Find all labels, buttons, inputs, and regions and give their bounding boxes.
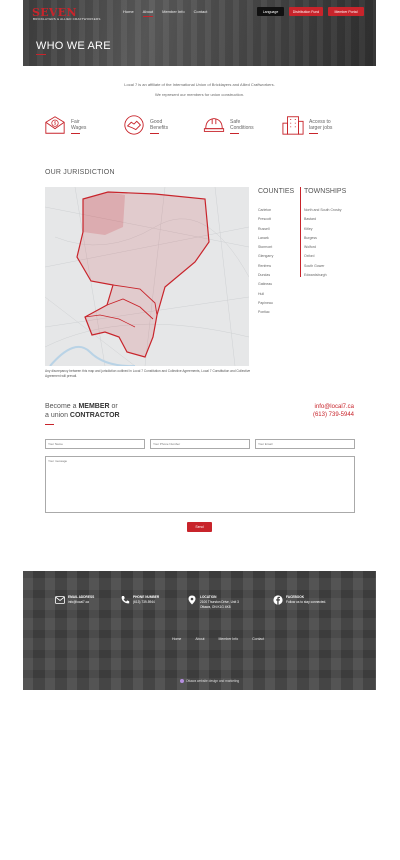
distribution-fund-button[interactable]: Distribution Fund	[289, 7, 323, 16]
main-nav: Home About Member Info Contact	[123, 9, 208, 17]
member-heading-bold2: CONTRACTOR	[69, 411, 120, 419]
list-item: Stormont	[258, 245, 273, 250]
contact-phone-link[interactable]: (613) 739-5944	[313, 411, 354, 419]
email-field[interactable]	[255, 439, 355, 449]
jurisdiction-title: OUR JURISDICTION	[45, 169, 115, 176]
nav-member-info[interactable]: Member Info	[162, 9, 184, 14]
handshake-icon	[124, 115, 144, 135]
list-item: Gatineau	[258, 282, 273, 287]
footer-nav-home[interactable]: Home	[172, 637, 181, 641]
svg-text:$: $	[54, 121, 57, 126]
logo-subtitle: BRICKLAYERS & ALLIED CRAFTWORKERS	[33, 17, 101, 21]
footer-facebook[interactable]: FACEBOOK Follow us to stay connected.	[273, 595, 326, 605]
feature-underline	[71, 133, 80, 134]
feature-underline	[230, 133, 239, 134]
nav-contact[interactable]: Contact	[194, 9, 208, 14]
feature-fair-wages: $ Fair Wages	[44, 114, 86, 136]
member-heading: Become a MEMBER or a union CONTRACTOR	[45, 403, 120, 420]
list-item: Kitley	[304, 226, 313, 231]
list-item: South Gower	[304, 263, 325, 268]
footer-facebook-value: Follow us to stay connected.	[286, 600, 327, 604]
member-portal-button[interactable]: Member Portal	[328, 7, 364, 16]
column-divider	[300, 187, 301, 277]
feature-label-line2: larger jobs	[309, 125, 333, 131]
send-button[interactable]: Send	[187, 522, 212, 532]
counties-title: COUNTIES	[258, 188, 295, 195]
footer-nav-member-info[interactable]: Member Info	[219, 637, 239, 641]
list-item: Papineau	[258, 300, 273, 305]
language-button[interactable]: Language	[257, 7, 284, 16]
list-item: Carleton	[258, 208, 272, 212]
hero-banner: SEVEN BRICKLAYERS & ALLIED CRAFTWORKERS …	[23, 0, 376, 66]
agency-logo-icon	[180, 679, 184, 683]
member-heading-pre2: a union	[45, 411, 70, 419]
footer-nav-contact[interactable]: Contact	[252, 637, 264, 641]
footer-nav: Home About Member Info Contact	[172, 637, 264, 641]
feature-label-line2: Conditions	[230, 125, 254, 131]
list-item: Lanark	[258, 235, 269, 240]
feature-safe-conditions: Safe Conditions	[203, 114, 254, 136]
nav-about[interactable]: About	[142, 9, 154, 17]
list-item: Edwardsburgh	[304, 273, 327, 278]
counties-list: Carleton Prescott Russell Lanark Stormon…	[258, 206, 273, 318]
facebook-icon	[273, 595, 283, 605]
feature-label-line2: Benefits	[150, 125, 169, 131]
hard-hat-icon	[203, 118, 225, 132]
footer-nav-about[interactable]: About	[195, 637, 204, 641]
footer-email[interactable]: EMAIL ADDRESS info@local7.ca	[55, 595, 94, 605]
name-field[interactable]	[45, 439, 145, 449]
footer-credit-text: Ottawa website design and marketing	[186, 679, 240, 683]
message-field[interactable]	[45, 456, 355, 513]
townships-list: North and South Crosby Bastard Kitley Bu…	[304, 206, 342, 280]
title-underline	[36, 54, 46, 55]
list-item: Prescott	[258, 217, 271, 222]
list-item: Dundas	[258, 273, 271, 278]
feature-good-benefits: Good Benefits	[123, 114, 168, 136]
footer-credit[interactable]: Ottawa website design and marketing	[180, 679, 239, 683]
member-heading-mid: or	[109, 403, 118, 410]
location-pin-icon	[188, 595, 196, 605]
member-heading-bold1: MEMBER	[78, 403, 110, 410]
feature-access-larger-jobs: Access to larger jobs	[282, 114, 332, 136]
page: SEVEN BRICKLAYERS & ALLIED CRAFTWORKERS …	[23, 0, 376, 690]
list-item: Russell	[258, 226, 270, 231]
list-item: Renfrew	[258, 263, 272, 268]
intro-line-2: We represent our members for union const…	[154, 92, 245, 97]
footer-location[interactable]: LOCATION 2100 Thurston Drive, Unit 3 Ottaw…	[187, 595, 239, 610]
footer-email-value: info@local7.ca	[68, 600, 89, 604]
feature-underline	[150, 133, 159, 134]
page-title: WHO WE ARE	[36, 40, 111, 52]
footer-location-line1: 2100 Thurston Drive, Unit 3	[200, 600, 239, 604]
phone-icon	[121, 596, 130, 604]
member-heading-pre1: Become a	[45, 403, 79, 410]
list-item: Bastard	[304, 217, 317, 222]
building-icon	[282, 116, 304, 135]
contact-info: info@local7.ca (613) 739-5944	[313, 403, 354, 419]
feature-label-line2: Wages	[71, 125, 87, 131]
member-heading-underline	[45, 424, 54, 425]
jurisdiction-map[interactable]	[45, 187, 249, 366]
site-logo[interactable]: SEVEN BRICKLAYERS & ALLIED CRAFTWORKERS	[32, 6, 100, 21]
list-item: Oxford	[304, 254, 315, 259]
footer	[23, 571, 376, 690]
list-item: Burgess	[304, 235, 317, 240]
list-item: Wolford	[304, 245, 316, 250]
footer-phone[interactable]: PHONE NUMBER (613) 739-5944	[120, 595, 159, 605]
map-graphic	[45, 187, 249, 366]
envelope-dollar-icon: $	[45, 116, 65, 134]
list-item: Hull	[258, 291, 265, 296]
intro-line-1: Local 7 is an affiliate of the Internati…	[124, 82, 275, 87]
phone-field[interactable]	[150, 439, 250, 449]
townships-title: TOWNSHIPS	[304, 188, 347, 195]
contact-email-link[interactable]: info@local7.ca	[313, 403, 354, 411]
footer-location-line2: Ottawa, ON K1G 4K8	[200, 605, 231, 609]
feature-underline	[309, 133, 318, 134]
list-item: North and South Crosby	[304, 208, 342, 212]
jurisdiction-note: Any discrepancy between this map and jur…	[45, 369, 251, 378]
nav-home[interactable]: Home	[123, 9, 134, 14]
email-icon	[55, 596, 65, 604]
footer-phone-value: (613) 739-5944	[133, 600, 155, 604]
list-item: Glengarry	[258, 254, 274, 259]
list-item: Pontiac	[258, 310, 270, 315]
